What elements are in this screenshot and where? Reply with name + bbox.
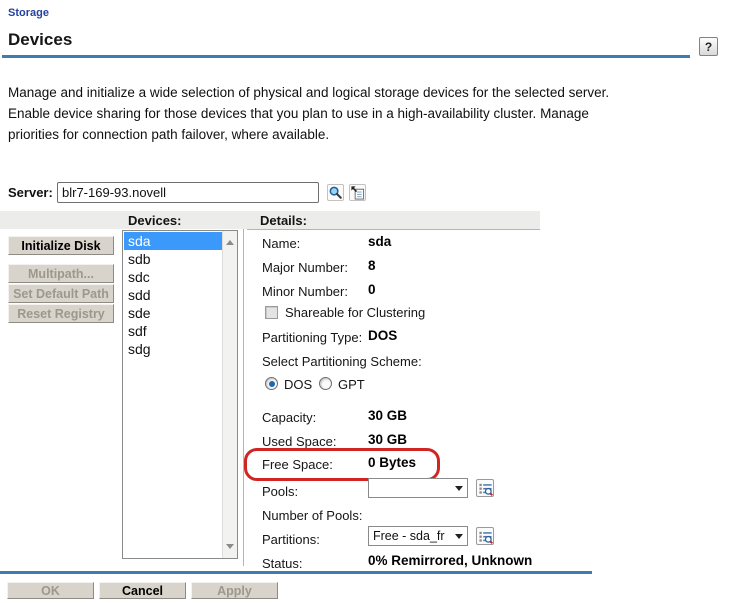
minor-number-label: Minor Number: — [262, 284, 348, 299]
partitions-browse-button[interactable] — [476, 527, 494, 545]
status-label: Status: — [262, 556, 302, 571]
details-column-header: Details: — [260, 213, 307, 228]
device-list-item[interactable]: sdc — [124, 268, 222, 286]
page-description: Manage and initialize a wide selection o… — [8, 82, 638, 145]
object-history-button[interactable] — [349, 184, 366, 201]
storage-devices-page: Storage Devices ? Manage and initialize … — [0, 0, 730, 603]
search-icon — [328, 185, 343, 200]
major-number-label: Major Number: — [262, 260, 348, 275]
listbox-scrollbar[interactable] — [222, 231, 237, 558]
capacity-value: 30 GB — [368, 408, 407, 423]
device-list-item[interactable]: sdd — [124, 286, 222, 304]
browse-objects-icon — [478, 481, 493, 496]
device-list-item[interactable]: sdb — [124, 250, 222, 268]
footer-divider — [0, 571, 592, 574]
partitions-dropdown[interactable]: Free - sda_fr — [368, 526, 468, 546]
used-space-label: Used Space: — [262, 434, 336, 449]
browse-objects-icon — [478, 529, 493, 544]
partitions-dropdown-value: Free - sda_fr — [373, 529, 445, 543]
free-space-value: 0 Bytes — [368, 455, 416, 470]
radio-gpt-label: GPT — [338, 377, 365, 392]
used-space-value: 30 GB — [368, 432, 407, 447]
object-selector-button[interactable] — [327, 184, 344, 201]
radio-gpt[interactable] — [319, 377, 332, 390]
free-space-label: Free Space: — [262, 457, 333, 472]
major-number-value: 8 — [368, 258, 376, 273]
radio-dos-label: DOS — [284, 377, 312, 392]
apply-button: Apply — [191, 582, 278, 599]
shareable-checkbox — [265, 306, 278, 319]
page-title: Devices — [8, 30, 72, 50]
device-list: sda sdb sdc sdd sde sdf sdg — [124, 232, 222, 358]
partitions-label: Partitions: — [262, 532, 320, 547]
name-value: sda — [368, 234, 391, 249]
object-history-icon — [350, 185, 365, 200]
ok-button: OK — [7, 582, 94, 599]
device-listbox[interactable]: sda sdb sdc sdd sde sdf sdg — [122, 230, 238, 559]
device-list-item[interactable]: sdf — [124, 322, 222, 340]
help-button[interactable]: ? — [699, 37, 718, 56]
minor-number-value: 0 — [368, 282, 376, 297]
name-label: Name: — [262, 236, 300, 251]
shareable-label: Shareable for Clustering — [285, 305, 425, 320]
device-list-item[interactable]: sdg — [124, 340, 222, 358]
multipath-button: Multipath... — [8, 264, 114, 283]
radio-dos[interactable] — [265, 377, 278, 390]
breadcrumb-storage-link[interactable]: Storage — [8, 7, 49, 19]
number-of-pools-label: Number of Pools: — [262, 508, 362, 523]
status-value: 0% Remirrored, Unknown — [368, 553, 532, 568]
details-header-divider — [247, 229, 540, 230]
set-default-path-button: Set Default Path — [8, 284, 114, 303]
chevron-down-icon — [455, 534, 463, 539]
scroll-down-icon[interactable] — [226, 544, 234, 549]
reset-registry-button: Reset Registry — [8, 304, 114, 323]
capacity-label: Capacity: — [262, 410, 316, 425]
server-input[interactable] — [57, 182, 319, 203]
column-separator — [243, 229, 244, 566]
devices-column-header: Devices: — [128, 213, 181, 228]
partitioning-scheme-label: Select Partitioning Scheme: — [262, 354, 422, 369]
scroll-up-icon[interactable] — [226, 240, 234, 245]
title-divider — [2, 55, 690, 58]
pools-label: Pools: — [262, 484, 298, 499]
partitioning-type-value: DOS — [368, 328, 397, 343]
server-label: Server: — [8, 185, 53, 200]
pools-dropdown[interactable] — [368, 478, 468, 498]
cancel-button[interactable]: Cancel — [99, 582, 186, 599]
device-list-item[interactable]: sda — [124, 232, 222, 250]
pools-browse-button[interactable] — [476, 479, 494, 497]
partitioning-type-label: Partitioning Type: — [262, 330, 362, 345]
device-list-item[interactable]: sde — [124, 304, 222, 322]
initialize-disk-button[interactable]: Initialize Disk — [8, 236, 114, 255]
chevron-down-icon — [455, 486, 463, 491]
